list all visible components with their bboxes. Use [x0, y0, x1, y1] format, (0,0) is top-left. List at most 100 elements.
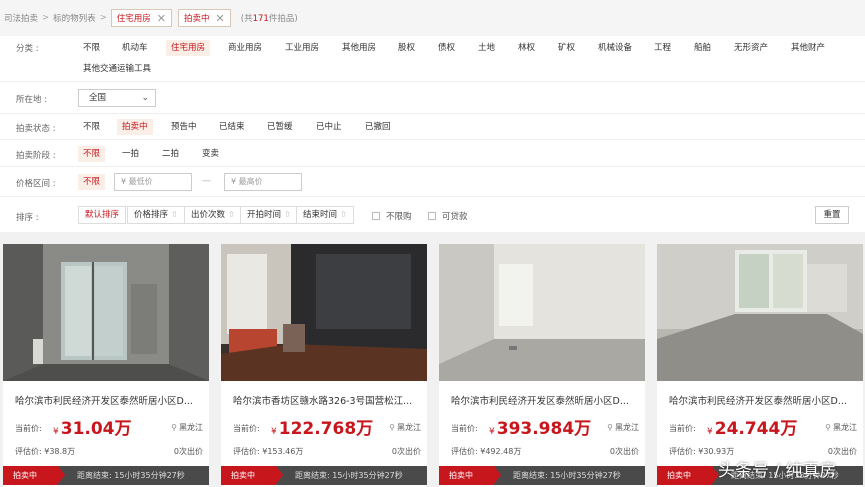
listing-card[interactable]: 哈尔滨市香坊区赣水路326-3号国营松江... 当前价: ¥122.768万 ⚲…: [221, 244, 427, 487]
category-option[interactable]: 商业用房: [223, 40, 267, 56]
location: ⚲ 黑龙江: [607, 423, 639, 432]
category-option[interactable]: 工业用房: [280, 40, 324, 56]
current-price: ¥393.984万: [489, 419, 592, 439]
listing-photo[interactable]: [439, 244, 645, 381]
filter-tag-label: 拍卖中: [184, 14, 210, 24]
arrow-up-icon: ⇧: [171, 210, 178, 219]
price-line: 当前价: ¥31.04万 ⚲ 黑龙江: [15, 414, 203, 439]
filter-panel: 分类 : 不限 机动车 住宅用房 商业用房 工业用房 其他用房 股权 债权 土地…: [0, 36, 865, 232]
arrow-up-icon: ⇧: [284, 210, 291, 219]
bid-count: 0次出价: [173, 447, 203, 456]
category-option[interactable]: 债权: [433, 40, 460, 56]
listing-card[interactable]: 哈尔滨市利民经济开发区泰然昕居小区D... 当前价: ¥31.04万 ⚲ 黑龙江 …: [3, 244, 209, 487]
filter-row-status: 拍卖状态 : 不限 拍卖中 预告中 已结束 已暂缓 已中止 已撤回: [0, 114, 865, 140]
status-option[interactable]: 已暂缓: [262, 119, 298, 135]
close-icon[interactable]: ✕: [157, 12, 166, 25]
filter-label: 所在地 :: [16, 95, 48, 105]
price-label: 当前价:: [669, 424, 696, 433]
sort-end-time-button[interactable]: 结束时间 ⇧: [296, 206, 354, 224]
estimate-price: 评估价: ¥30.93万: [669, 447, 735, 456]
listing-title[interactable]: 哈尔滨市香坊区赣水路326-3号国营松江...: [233, 393, 423, 407]
price-label: 当前价:: [451, 424, 478, 433]
min-price-input[interactable]: ¥ 最低价: [114, 173, 192, 191]
breadcrumb-root[interactable]: 司法拍卖: [4, 12, 38, 24]
countdown-text: 距离结束: 15小时35分钟27秒: [513, 471, 621, 480]
arrow-up-icon: ⇧: [340, 210, 347, 219]
status-option[interactable]: 已结束: [214, 119, 250, 135]
status-option[interactable]: 已撤回: [360, 119, 396, 135]
location: ⚲ 黑龙江: [825, 423, 857, 432]
category-option[interactable]: 机械设备: [593, 40, 637, 56]
filter-row-stage: 拍卖阶段 : 不限 一拍 二拍 变卖: [0, 140, 865, 167]
max-price-input[interactable]: ¥ 最高价: [224, 173, 302, 191]
listing-photo[interactable]: [3, 244, 209, 381]
status-badge: 拍卖中: [439, 466, 501, 485]
stage-option[interactable]: 一拍: [117, 146, 144, 162]
sort-price-button[interactable]: 价格排序 ⇧: [127, 206, 185, 224]
result-count: (共171件拍品): [240, 14, 298, 24]
countdown-bar: 拍卖中 距离结束: 15小时35分钟27秒: [3, 466, 209, 485]
listing-card[interactable]: 哈尔滨市利民经济开发区泰然昕居小区D... 当前价: ¥24.744万 ⚲ 黑龙江…: [657, 244, 863, 487]
filter-row-location: 所在地 : 全国 ⌄: [0, 82, 865, 114]
price-line: 当前价: ¥122.768万 ⚲ 黑龙江: [233, 414, 421, 439]
price-range-dash: —: [202, 176, 211, 186]
filter-tag-status: 拍卖中 ✕: [178, 9, 231, 27]
listing-title[interactable]: 哈尔滨市利民经济开发区泰然昕居小区D...: [669, 393, 859, 407]
estimate-price: 评估价: ¥492.48万: [451, 447, 522, 456]
estimate-line: 评估价: ¥38.8万 0次出价: [15, 446, 203, 457]
sort-start-time-button[interactable]: 开拍时间 ⇧: [240, 206, 298, 224]
sort-bids-button[interactable]: 出价次数 ⇧: [184, 206, 242, 224]
listing-title[interactable]: 哈尔滨市利民经济开发区泰然昕居小区D...: [451, 393, 641, 407]
current-price: ¥122.768万: [271, 419, 374, 439]
category-option[interactable]: 矿权: [553, 40, 580, 56]
listing-title[interactable]: 哈尔滨市利民经济开发区泰然昕居小区D...: [15, 393, 205, 407]
price-unlimited-option[interactable]: 不限: [78, 174, 106, 190]
status-option[interactable]: 已中止: [311, 119, 347, 135]
bid-count: 0次出价: [609, 447, 639, 456]
category-option[interactable]: 林权: [513, 40, 540, 56]
category-option-selected[interactable]: 住宅用房: [166, 40, 211, 56]
category-option[interactable]: 不限: [78, 40, 105, 56]
reset-button[interactable]: 重置: [815, 206, 849, 224]
sort-default-button[interactable]: 默认排序: [78, 206, 127, 224]
current-price: ¥31.04万: [53, 419, 132, 439]
category-option[interactable]: 机动车: [117, 40, 153, 56]
map-pin-icon: ⚲: [171, 423, 177, 432]
category-option[interactable]: 其他财产: [786, 40, 830, 56]
stage-option-selected[interactable]: 不限: [78, 146, 106, 162]
watermark: 头条号 / 纯真房: [718, 461, 837, 481]
checkbox-box: [428, 212, 436, 220]
category-option[interactable]: 船舶: [689, 40, 716, 56]
loan-available-checkbox[interactable]: 可贷款: [428, 210, 468, 222]
category-option[interactable]: 其他用房: [337, 40, 381, 56]
countdown-bar: 拍卖中 距离结束: 15小时35分钟27秒: [221, 466, 427, 485]
countdown-bar: 拍卖中 距离结束: 15小时35分钟27秒: [439, 466, 645, 485]
status-option[interactable]: 不限: [78, 119, 105, 135]
filter-label: 拍卖阶段 :: [16, 151, 56, 161]
category-option[interactable]: 股权: [393, 40, 420, 56]
close-icon[interactable]: ✕: [216, 12, 225, 25]
category-option[interactable]: 工程: [649, 40, 676, 56]
stage-option[interactable]: 变卖: [197, 146, 224, 162]
category-option[interactable]: 其他交通运输工具: [78, 61, 156, 77]
current-price: ¥24.744万: [707, 419, 798, 439]
sort-label: 排序 :: [16, 213, 39, 223]
map-pin-icon: ⚲: [607, 423, 613, 432]
category-option[interactable]: 土地: [473, 40, 500, 56]
category-option[interactable]: 无形资产: [729, 40, 773, 56]
status-option[interactable]: 预告中: [166, 119, 202, 135]
breadcrumb-separator: >: [42, 13, 50, 23]
listing-photo[interactable]: [221, 244, 427, 381]
stage-option[interactable]: 二拍: [157, 146, 184, 162]
listing-card[interactable]: 哈尔滨市利民经济开发区泰然昕居小区D... 当前价: ¥393.984万 ⚲ 黑龙…: [439, 244, 645, 487]
filter-label: 拍卖状态 :: [16, 124, 56, 134]
status-option-selected[interactable]: 拍卖中: [117, 119, 153, 135]
room-photo-2: [221, 244, 427, 381]
room-photo-3: [439, 244, 645, 381]
no-purchase-limit-checkbox[interactable]: 不限购: [372, 210, 412, 222]
location-select[interactable]: 全国 ⌄: [78, 89, 156, 107]
room-photo-4: [657, 244, 863, 381]
listing-photo[interactable]: [657, 244, 863, 381]
filter-label: 价格区间 :: [16, 179, 56, 189]
estimate-line: 评估价: ¥492.48万 0次出价: [451, 446, 639, 457]
